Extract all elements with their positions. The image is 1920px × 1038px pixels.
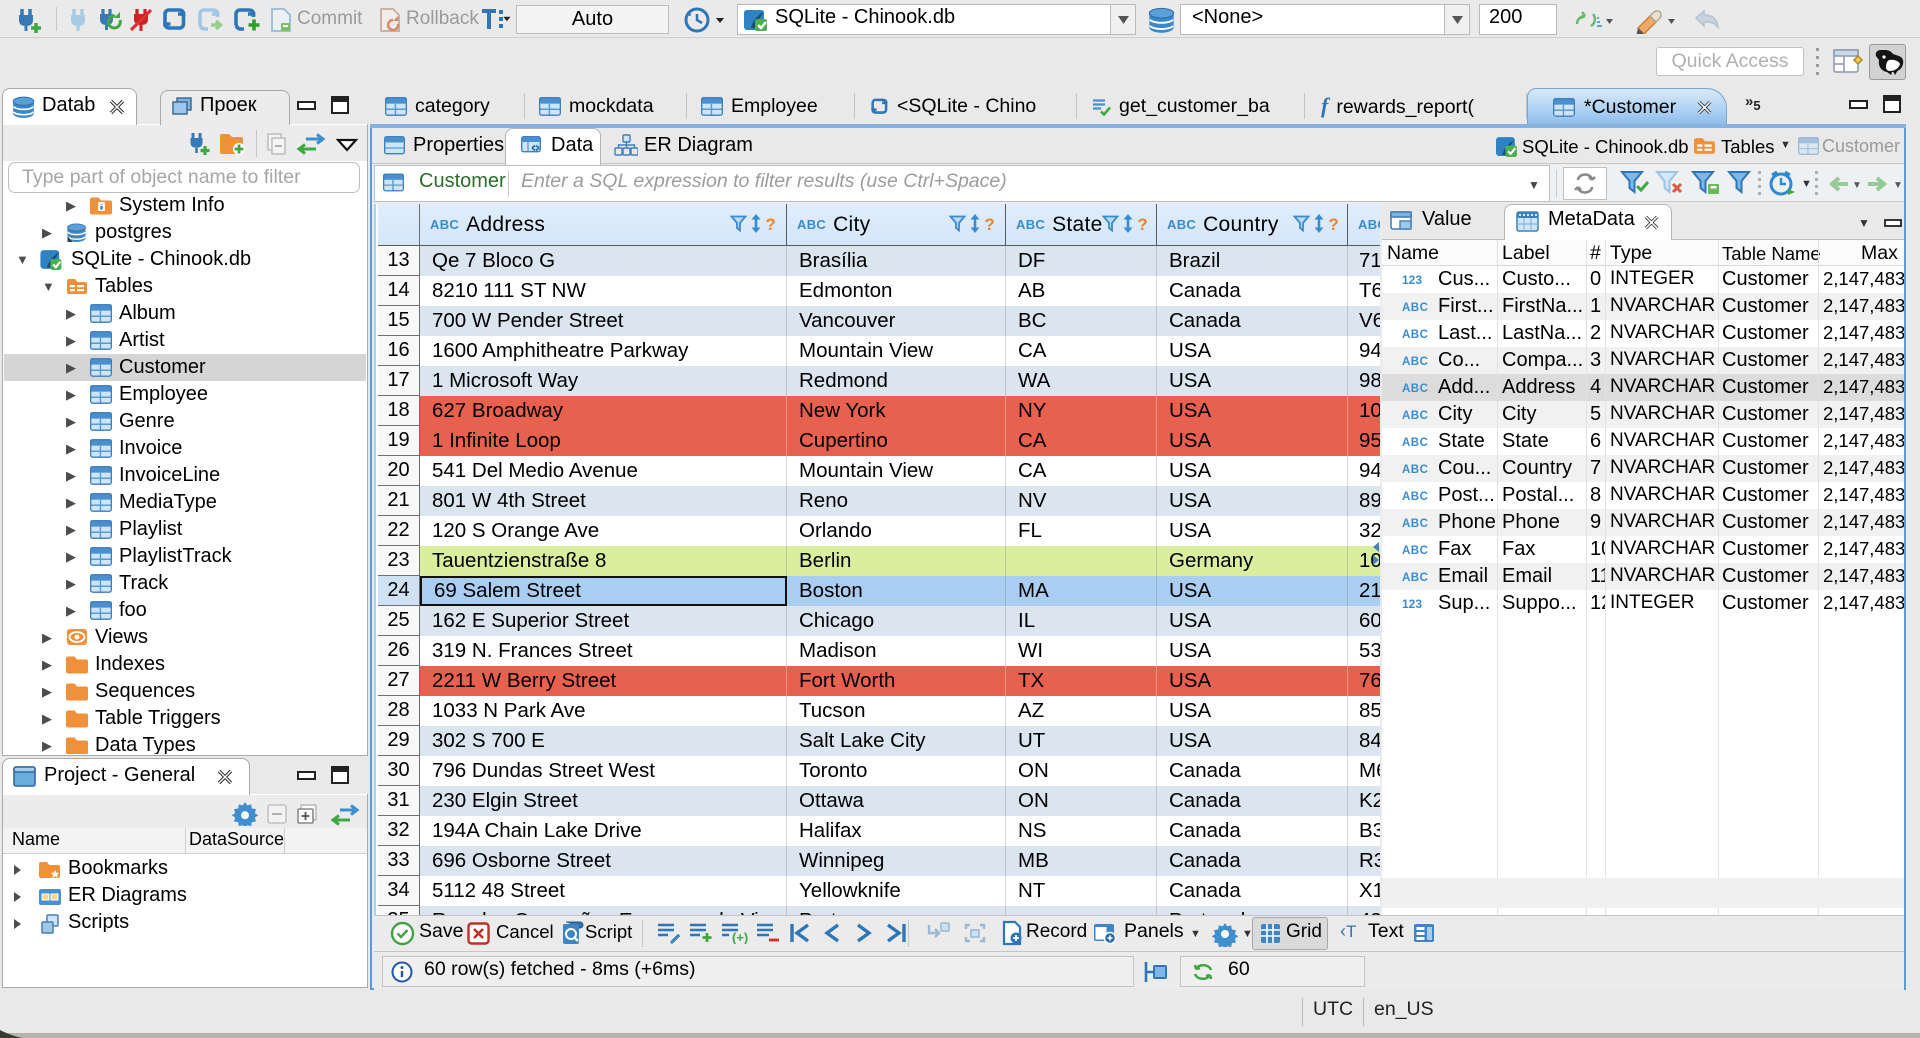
svg-text:(+): (+)	[732, 930, 748, 944]
